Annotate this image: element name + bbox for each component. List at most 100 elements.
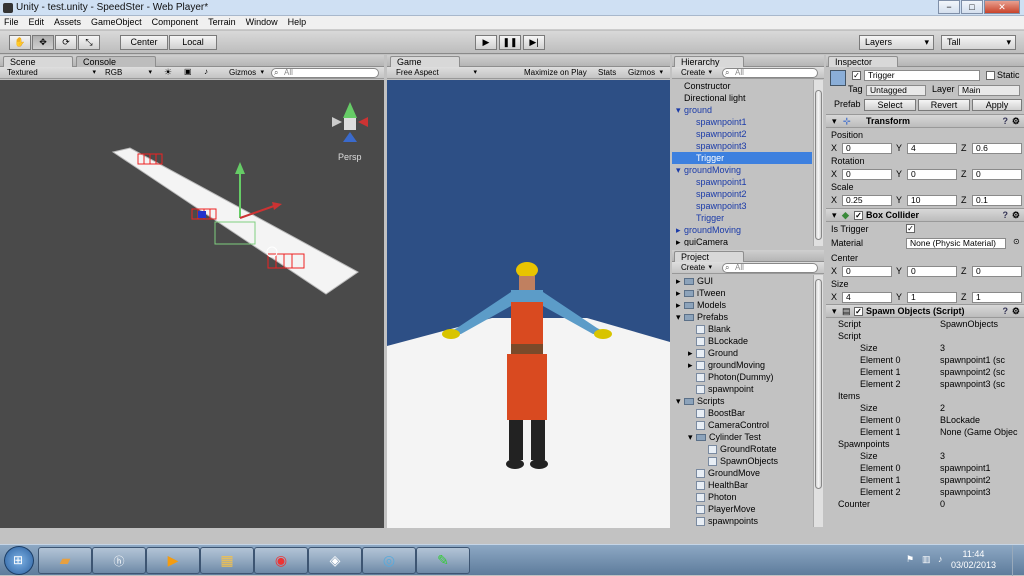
image-toggle-icon[interactable]: ▣ <box>184 67 192 76</box>
expanded-arrow-icon[interactable]: ▾ <box>676 104 684 116</box>
hierarchy-item[interactable]: spawnpoint1 <box>672 116 812 128</box>
layers-dropdown[interactable]: Layers <box>859 35 934 50</box>
position-field[interactable]: 0 <box>842 143 892 154</box>
collapsed-arrow-icon[interactable]: ▸ <box>676 299 684 311</box>
audio-toggle-icon[interactable]: ♪ <box>204 67 208 76</box>
project-item[interactable]: ▾ Scripts <box>672 395 812 407</box>
collider-enabled-checkbox[interactable]: ✓ <box>854 211 863 220</box>
center-field[interactable]: 0 <box>907 266 957 277</box>
taskbar-app-editor[interactable]: ✎ <box>416 547 470 574</box>
hierarchy-item[interactable]: ▾ groundMoving <box>672 164 812 176</box>
rotation-field[interactable]: 0 <box>842 169 892 180</box>
size-field[interactable]: 2 <box>940 402 945 414</box>
position-field[interactable]: 0.6 <box>972 143 1022 154</box>
shading-dropdown[interactable]: Textured <box>4 68 98 78</box>
taskbar-app-explorer[interactable]: ▦ <box>200 547 254 574</box>
counter-field[interactable]: 0 <box>940 498 945 510</box>
collapsed-arrow-icon[interactable]: ▸ <box>676 224 684 236</box>
element-field[interactable]: None (Game Objec <box>940 426 1018 438</box>
project-item[interactable]: GroundMove <box>672 467 812 479</box>
spawnpoints-foldout[interactable]: Spawnpoints <box>838 438 890 450</box>
expanded-arrow-icon[interactable]: ▾ <box>676 311 684 323</box>
project-item[interactable]: Photon(Dummy) <box>672 371 812 383</box>
prefab-revert-button[interactable]: Revert <box>918 99 970 111</box>
project-item[interactable]: ▸ groundMoving <box>672 359 812 371</box>
prefab-apply-button[interactable]: Apply <box>972 99 1022 111</box>
project-search-input[interactable]: All <box>722 263 818 273</box>
taskbar-app-network[interactable]: ◎ <box>362 547 416 574</box>
close-button[interactable]: ✕ <box>984 0 1020 14</box>
hierarchy-item[interactable]: spawnpoint1 <box>672 176 812 188</box>
collapsed-arrow-icon[interactable]: ▸ <box>676 287 684 299</box>
tag-dropdown[interactable]: Untagged <box>866 85 926 96</box>
stats-toggle[interactable]: Stats <box>598 68 616 77</box>
static-checkbox[interactable] <box>986 71 995 80</box>
project-item[interactable]: CameraControl <box>672 419 812 431</box>
tab-project[interactable]: Project <box>674 251 744 262</box>
menu-edit[interactable]: Edit <box>29 16 45 29</box>
scale-field[interactable]: 10 <box>907 195 957 206</box>
taskbar-clock[interactable]: 11:44 03/02/2013 <box>951 549 996 571</box>
hierarchy-item[interactable]: ▸ groundMoving <box>672 224 812 236</box>
pause-button[interactable]: ❚❚ <box>499 35 521 50</box>
hand-tool-button[interactable]: ✋ <box>9 35 31 50</box>
menu-help[interactable]: Help <box>288 16 307 29</box>
expanded-arrow-icon[interactable]: ▾ <box>676 395 684 407</box>
size-field[interactable]: 3 <box>940 450 945 462</box>
taskbar-app-folder[interactable]: ▰ <box>38 547 92 574</box>
layer-dropdown[interactable]: Main <box>958 85 1020 96</box>
hierarchy-item[interactable]: ▸ guiCamera <box>672 236 812 246</box>
hierarchy-item[interactable]: Trigger <box>672 212 812 224</box>
project-scroll-thumb[interactable] <box>815 279 822 489</box>
taskbar-app-hp[interactable]: ⓗ <box>92 547 146 574</box>
project-item[interactable]: BoostBar <box>672 407 812 419</box>
menu-assets[interactable]: Assets <box>54 16 81 29</box>
gear-icon[interactable]: ⚙ <box>1012 305 1020 318</box>
active-checkbox[interactable]: ✓ <box>852 71 861 80</box>
scale-field[interactable]: 0.1 <box>972 195 1022 206</box>
project-item[interactable]: ▸ Models <box>672 299 812 311</box>
center-field[interactable]: 0 <box>972 266 1022 277</box>
project-item[interactable]: PlayerMove <box>672 503 812 515</box>
rotation-field[interactable]: 0 <box>907 169 957 180</box>
object-picker-icon[interactable]: ⊙ <box>1013 237 1020 246</box>
expanded-arrow-icon[interactable]: ▾ <box>688 431 696 443</box>
game-gizmos-dropdown[interactable]: Gizmos <box>625 68 665 78</box>
render-mode-dropdown[interactable]: RGB <box>102 68 154 78</box>
is-trigger-checkbox[interactable]: ✓ <box>906 224 915 233</box>
project-item[interactable]: ▾ Prefabs <box>672 311 812 323</box>
scale-field[interactable]: 0.25 <box>842 195 892 206</box>
scale-tool-button[interactable]: ⤡ <box>78 35 100 50</box>
prefab-select-button[interactable]: Select <box>864 99 916 111</box>
pivot-local-button[interactable]: Local <box>169 35 217 50</box>
tray-volume-icon[interactable]: ♪ <box>938 554 943 564</box>
expanded-arrow-icon[interactable]: ▾ <box>676 164 684 176</box>
size-field[interactable]: 4 <box>842 292 892 303</box>
lighting-toggle-icon[interactable]: ☀ <box>164 67 172 78</box>
rotate-tool-button[interactable]: ⟳ <box>55 35 77 50</box>
maximize-button[interactable]: □ <box>961 0 983 14</box>
collapsed-arrow-icon[interactable]: ▸ <box>688 359 696 371</box>
element-field[interactable]: BLockade <box>940 414 980 426</box>
show-desktop-button[interactable] <box>1012 545 1024 576</box>
element-field[interactable]: spawnpoint2 (sc <box>940 366 1005 378</box>
hierarchy-item[interactable]: Trigger <box>672 152 812 164</box>
tab-hierarchy[interactable]: Hierarchy <box>674 56 744 67</box>
element-field[interactable]: spawnpoint2 <box>940 474 991 486</box>
menu-file[interactable]: File <box>4 16 19 29</box>
project-item[interactable]: ▸ iTween <box>672 287 812 299</box>
scene-viewport[interactable]: Persp <box>0 80 384 528</box>
project-item[interactable]: GroundRotate <box>672 443 812 455</box>
project-item[interactable]: HealthBar <box>672 479 812 491</box>
step-button[interactable]: ▶| <box>523 35 545 50</box>
box-collider-header[interactable]: ▾ ◆ ✓ Box Collider ? ⚙ <box>826 208 1024 222</box>
transform-header[interactable]: ▾ ⊹ Transform ? ⚙ <box>826 114 1024 128</box>
rotation-field[interactable]: 0 <box>972 169 1022 180</box>
collapsed-arrow-icon[interactable]: ▸ <box>676 236 684 246</box>
element-field[interactable]: spawnpoint1 <box>940 462 991 474</box>
hierarchy-scrollbar[interactable] <box>813 80 823 246</box>
script-array-foldout[interactable]: Script <box>838 330 861 342</box>
taskbar-app-chrome[interactable]: ◉ <box>254 547 308 574</box>
hierarchy-search-input[interactable]: All <box>722 68 818 78</box>
tab-scene[interactable]: Scene <box>3 56 73 67</box>
